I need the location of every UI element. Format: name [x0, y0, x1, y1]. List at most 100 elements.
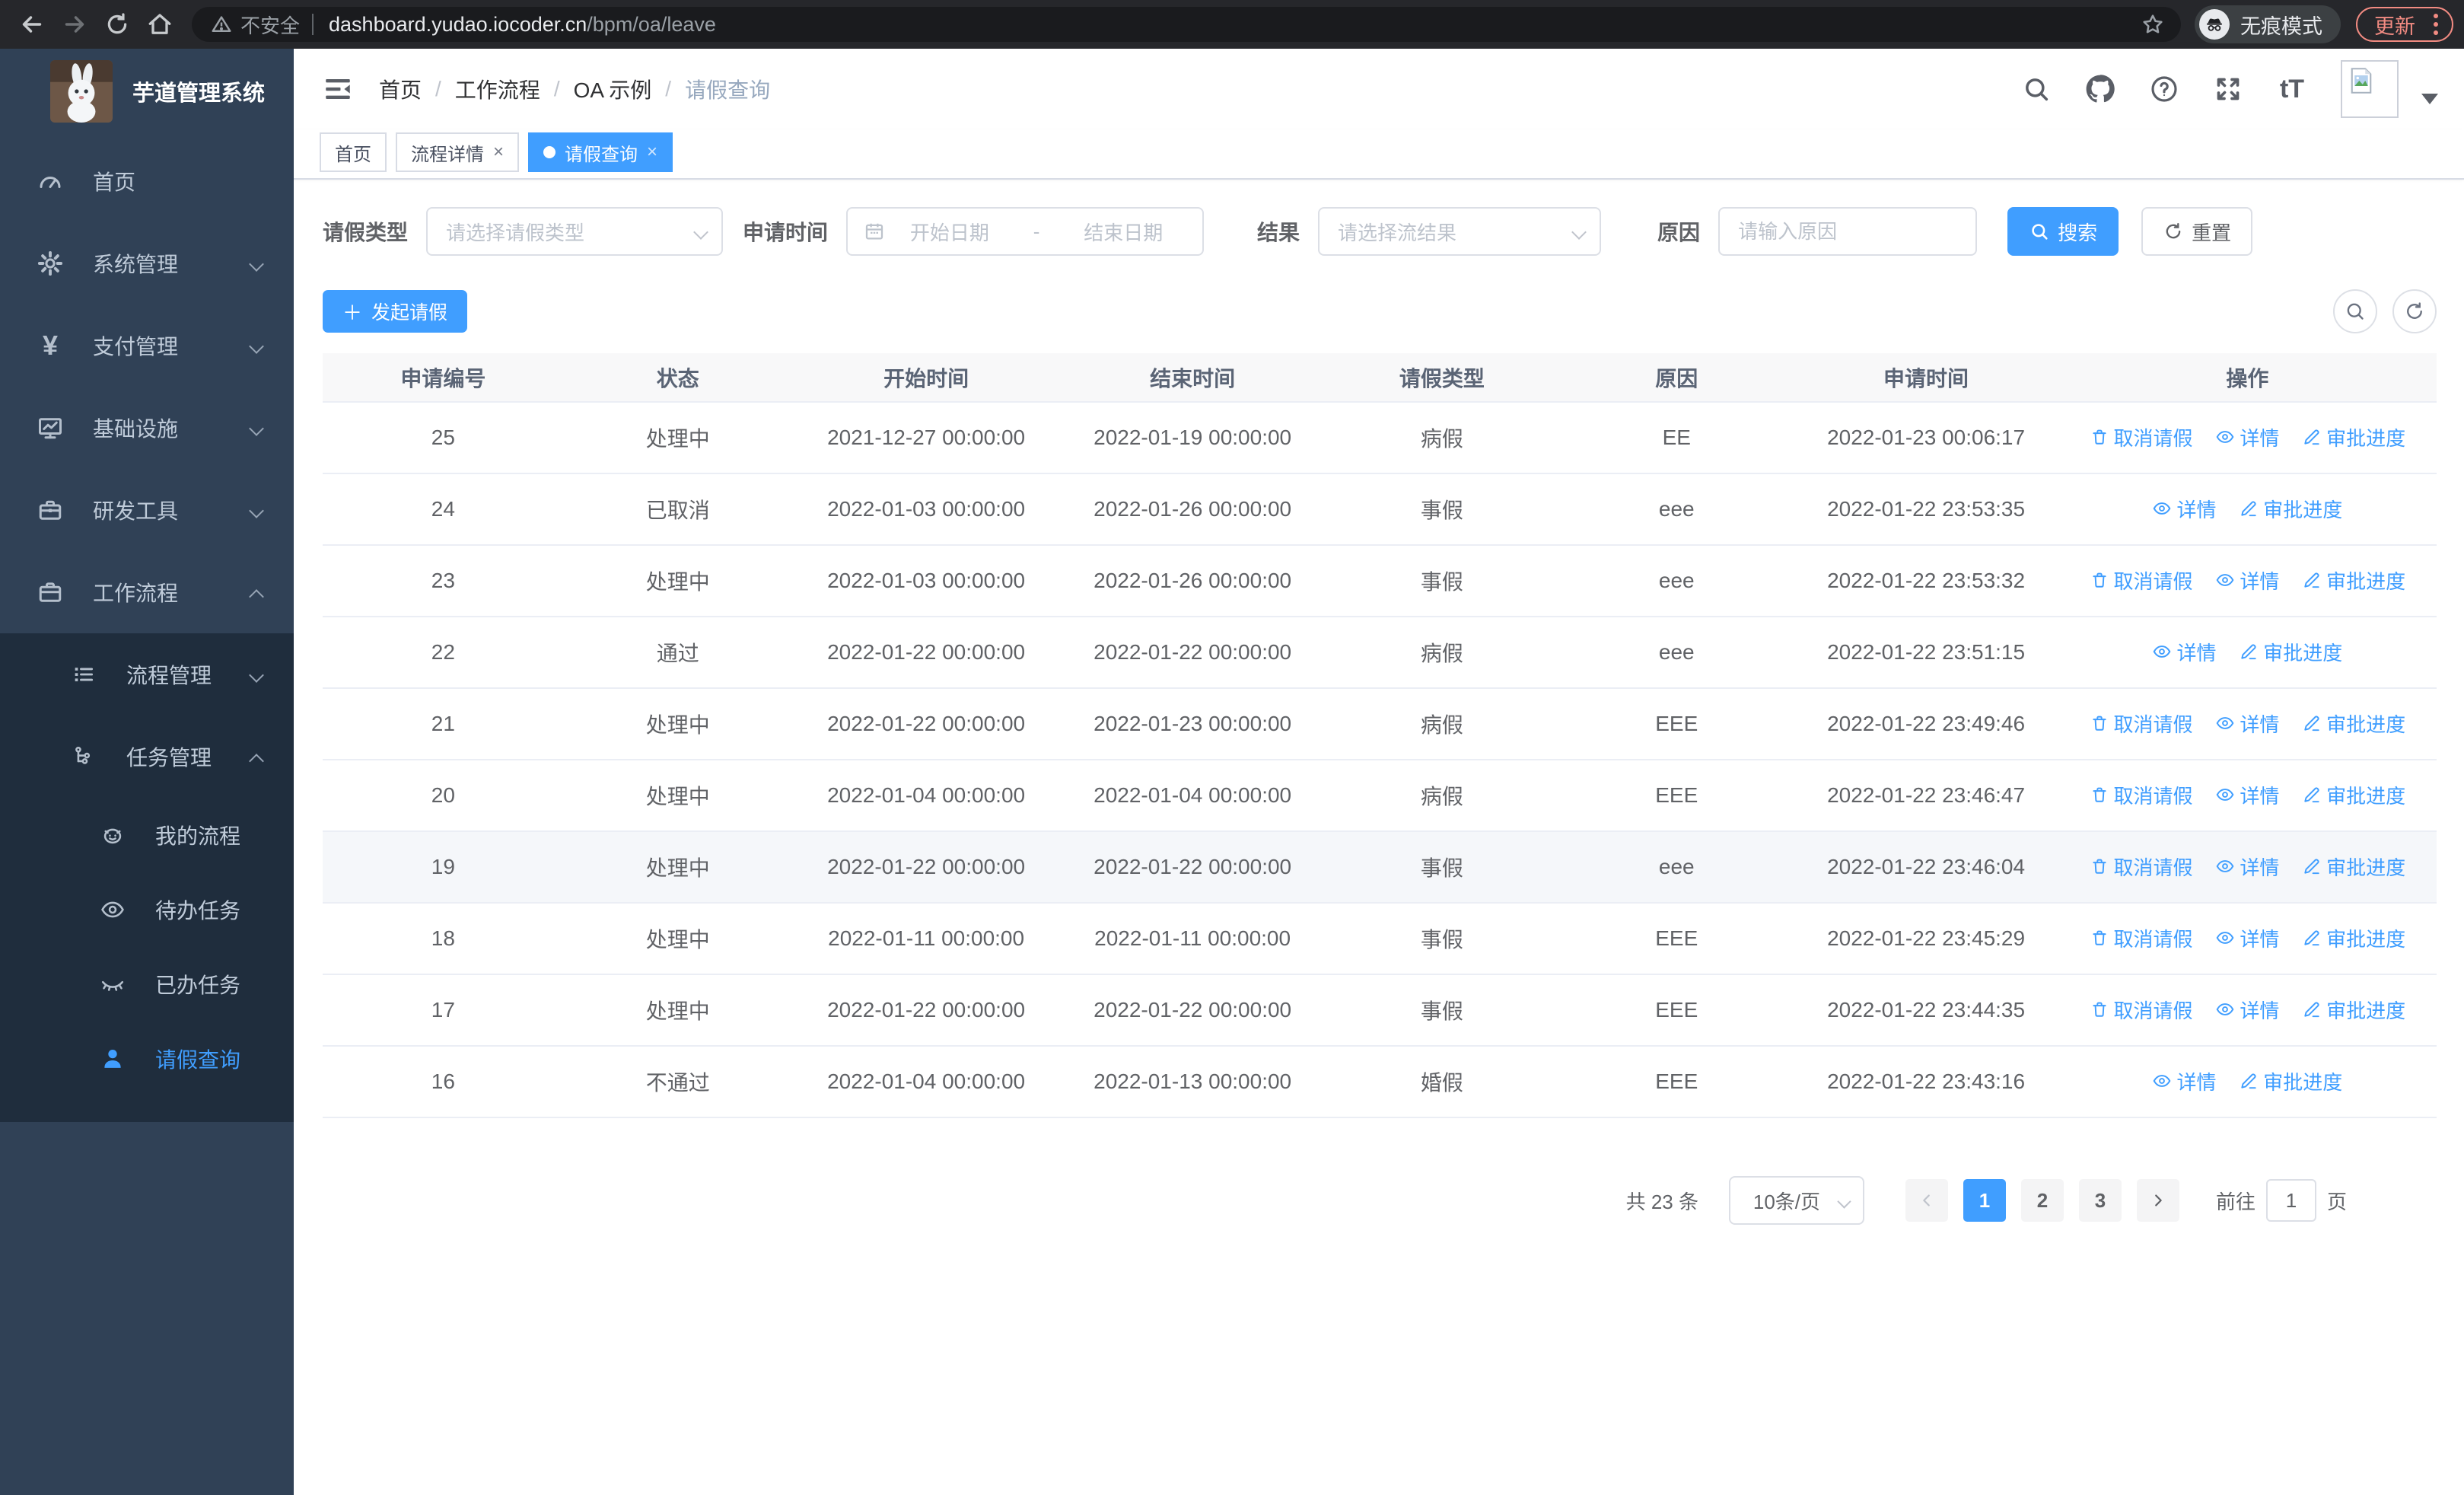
avatar[interactable] — [2341, 60, 2399, 118]
close-icon[interactable]: × — [493, 142, 504, 163]
sidebar-item-home[interactable]: 首页 — [0, 140, 294, 222]
sidebar-item-process-mgmt[interactable]: 流程管理 — [0, 633, 294, 716]
approval-progress-link[interactable]: 审批进度 — [2302, 853, 2405, 881]
reload-icon[interactable] — [96, 3, 138, 46]
cancel-leave-link[interactable]: 取消请假 — [2090, 566, 2193, 594]
app-logo[interactable]: 芋道管理系统 — [0, 49, 294, 134]
detail-link[interactable]: 详情 — [2215, 924, 2279, 952]
prev-page-button[interactable] — [1905, 1179, 1948, 1222]
cell-id: 22 — [323, 617, 564, 689]
sidebar-item-done-tasks[interactable]: 已办任务 — [0, 947, 294, 1022]
breadcrumb-home[interactable]: 首页 — [379, 74, 422, 104]
refresh-table-button[interactable] — [2392, 289, 2437, 333]
update-button[interactable]: 更新 — [2356, 7, 2453, 42]
tab-leave-query[interactable]: 请假查询 × — [528, 132, 673, 172]
cell-reason: eee — [1559, 831, 1794, 904]
detail-link[interactable]: 详情 — [2215, 853, 2279, 881]
cell-apply: 2022-01-22 23:46:04 — [1794, 831, 2058, 904]
approval-progress-link[interactable]: 审批进度 — [2302, 709, 2405, 738]
create-leave-button[interactable]: ＋ 发起请假 — [323, 290, 468, 333]
cell-type: 事假 — [1324, 831, 1560, 904]
user-menu-caret-icon[interactable] — [2421, 94, 2438, 104]
github-icon[interactable] — [2084, 72, 2117, 106]
sidebar-item-leave-query[interactable]: 请假查询 — [0, 1022, 294, 1096]
sidebar-item-devtools[interactable]: 研发工具 — [0, 469, 294, 551]
detail-link[interactable]: 详情 — [2215, 996, 2279, 1024]
eye-icon — [2152, 1071, 2172, 1091]
browser-menu-icon[interactable] — [2427, 14, 2444, 35]
goto-page-input[interactable] — [2265, 1179, 2316, 1222]
approval-progress-link[interactable]: 审批进度 — [2302, 423, 2405, 451]
cell-type: 病假 — [1324, 688, 1560, 760]
sidebar-collapse-icon[interactable] — [320, 71, 356, 107]
approval-progress-link[interactable]: 审批进度 — [2302, 996, 2405, 1024]
approval-progress-link[interactable]: 审批进度 — [2239, 1067, 2342, 1095]
font-size-icon[interactable]: tT — [2275, 72, 2309, 106]
leave-type-select[interactable]: 请选择请假类型 — [426, 207, 724, 256]
approval-progress-link[interactable]: 审批进度 — [2239, 638, 2342, 666]
eye-icon — [2215, 427, 2235, 447]
cell-actions: 取消请假 详情 审批进度 — [2058, 974, 2437, 1047]
approval-progress-link[interactable]: 审批进度 — [2239, 495, 2342, 523]
forward-icon[interactable] — [53, 3, 96, 46]
sidebar-item-todo-tasks[interactable]: 待办任务 — [0, 872, 294, 947]
back-icon[interactable] — [11, 3, 53, 46]
sidebar-item-system[interactable]: 系统管理 — [0, 222, 294, 304]
page-button-1[interactable]: 1 — [1963, 1179, 2006, 1222]
detail-link[interactable]: 详情 — [2215, 566, 2279, 594]
cell-actions: 详情 审批进度 — [2058, 617, 2437, 689]
tab-process-detail[interactable]: 流程详情 × — [396, 132, 520, 172]
date-start-placeholder[interactable]: 开始日期 — [886, 218, 1014, 246]
bookmark-star-icon[interactable] — [2140, 11, 2166, 37]
cell-end: 2022-01-22 00:00:00 — [1060, 831, 1325, 904]
approval-progress-link[interactable]: 审批进度 — [2302, 781, 2405, 809]
search-icon[interactable] — [2020, 72, 2053, 106]
detail-link[interactable]: 详情 — [2215, 423, 2279, 451]
cancel-leave-link[interactable]: 取消请假 — [2090, 709, 2193, 738]
cancel-leave-link[interactable]: 取消请假 — [2090, 924, 2193, 952]
cell-reason: EE — [1559, 402, 1794, 474]
cancel-leave-link[interactable]: 取消请假 — [2090, 853, 2193, 881]
edit-pen-icon — [2302, 427, 2322, 447]
cancel-leave-link[interactable]: 取消请假 — [2090, 423, 2193, 451]
eye-icon — [2152, 642, 2172, 661]
search-button[interactable]: 搜索 — [2007, 207, 2119, 256]
sidebar-item-payment[interactable]: ¥ 支付管理 — [0, 304, 294, 387]
cell-start: 2021-12-27 00:00:00 — [791, 402, 1061, 474]
detail-link[interactable]: 详情 — [2215, 709, 2279, 738]
breadcrumb-oa-example[interactable]: OA 示例 — [574, 74, 652, 104]
address-bar[interactable]: 不安全 dashboard.yudao.iocoder.cn/bpm/oa/le… — [192, 7, 2181, 42]
detail-link[interactable]: 详情 — [2152, 495, 2216, 523]
tab-home[interactable]: 首页 — [320, 132, 387, 172]
face-icon — [93, 822, 132, 848]
approval-progress-link[interactable]: 审批进度 — [2302, 924, 2405, 952]
sidebar-item-workflow[interactable]: 工作流程 — [0, 551, 294, 633]
date-end-placeholder[interactable]: 结束日期 — [1059, 218, 1187, 246]
sidebar-item-my-process[interactable]: 我的流程 — [0, 798, 294, 872]
fullscreen-icon[interactable] — [2211, 72, 2245, 106]
cancel-leave-link[interactable]: 取消请假 — [2090, 996, 2193, 1024]
page-button-3[interactable]: 3 — [2078, 1179, 2122, 1222]
approval-progress-link[interactable]: 审批进度 — [2302, 566, 2405, 594]
next-page-button[interactable] — [2136, 1179, 2179, 1222]
cancel-leave-link[interactable]: 取消请假 — [2090, 781, 2193, 809]
sidebar-item-infra[interactable]: 基础设施 — [0, 387, 294, 469]
sidebar-item-task-mgmt[interactable]: 任务管理 — [0, 716, 294, 798]
page-size-select[interactable]: 10条/页 — [1728, 1176, 1864, 1225]
toggle-search-button[interactable] — [2333, 289, 2377, 333]
help-icon[interactable] — [2147, 72, 2181, 106]
chevron-right-icon — [2155, 1194, 2162, 1207]
apply-time-range-picker[interactable]: 开始日期 - 结束日期 — [846, 207, 1205, 256]
detail-link[interactable]: 详情 — [2215, 781, 2279, 809]
cell-reason: EEE — [1559, 1046, 1794, 1118]
close-icon[interactable]: × — [647, 142, 657, 163]
detail-link[interactable]: 详情 — [2152, 638, 2216, 666]
home-icon[interactable] — [138, 3, 181, 46]
reason-input[interactable] — [1738, 219, 1958, 244]
cell-end: 2022-01-04 00:00:00 — [1060, 760, 1325, 832]
breadcrumb-workflow[interactable]: 工作流程 — [455, 74, 540, 104]
reset-button[interactable]: 重置 — [2141, 207, 2253, 256]
detail-link[interactable]: 详情 — [2152, 1067, 2216, 1095]
page-button-2[interactable]: 2 — [2020, 1179, 2064, 1222]
result-select[interactable]: 请选择流结果 — [1318, 207, 1602, 256]
